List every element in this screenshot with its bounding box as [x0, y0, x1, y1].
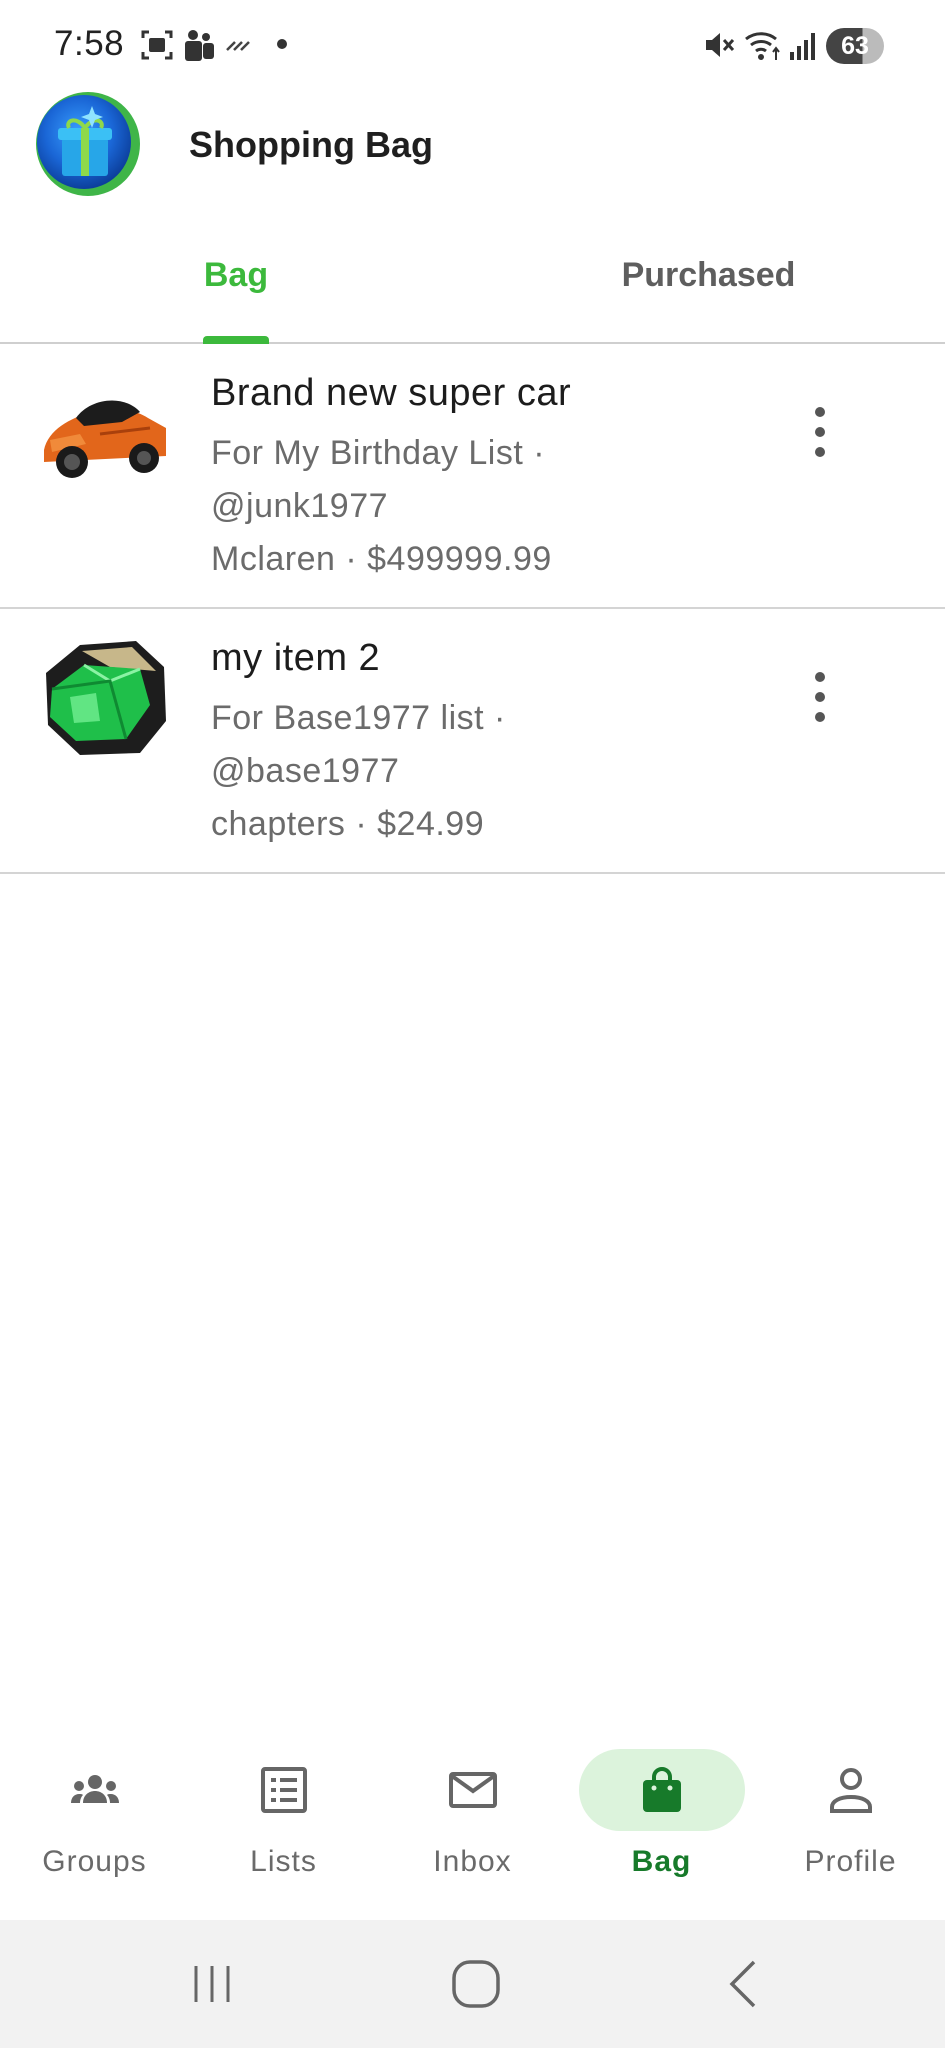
nav-label: Inbox [433, 1845, 512, 1878]
list-item[interactable]: Brand new super car For My Birthday List… [0, 344, 945, 609]
person-icon [829, 1768, 872, 1813]
recents-icon[interactable] [182, 1954, 242, 2014]
nav-profile[interactable]: Profile [756, 1735, 945, 1920]
list-item[interactable]: my item 2 For Base1977 list · @base1977 … [0, 609, 945, 874]
nav-label: Bag [631, 1845, 692, 1878]
nav-lists[interactable]: Lists [189, 1735, 378, 1920]
list-icon [260, 1767, 307, 1813]
bottom-nav: Groups Lists Inbox Bag Profile [0, 1735, 945, 1920]
back-icon[interactable] [714, 1954, 774, 2014]
item-owner: @base1977 [211, 752, 400, 790]
more-vert-icon[interactable] [804, 669, 836, 725]
item-list-name: For Base1977 list · [211, 699, 506, 737]
status-time: 7:58 [54, 24, 125, 63]
orange-sports-car-thumbnail [40, 372, 170, 492]
tab-purchased[interactable]: Purchased [472, 256, 945, 295]
item-store-price: Mclaren · $499999.99 [211, 540, 552, 578]
nav-inbox[interactable]: Inbox [378, 1735, 567, 1920]
tab-indicator [203, 336, 269, 344]
nav-label: Lists [250, 1845, 317, 1878]
nav-groups[interactable]: Groups [0, 1735, 189, 1920]
tab-bar: Bag Purchased [0, 222, 945, 344]
mute-icon [706, 33, 735, 57]
nav-label: Groups [42, 1845, 147, 1878]
gift-logo [36, 92, 140, 196]
green-gem-thumbnail [46, 641, 166, 755]
system-nav-bar [0, 1920, 945, 2048]
dot-icon [277, 39, 287, 49]
nav-icon-container [201, 1749, 367, 1831]
teams-icon [185, 30, 214, 61]
item-title: my item 2 [211, 637, 381, 679]
wifi-icon [745, 32, 780, 60]
status-bar: 7:58 63 [0, 0, 945, 90]
nav-label: Profile [804, 1845, 897, 1878]
app-header: Shopping Bag [0, 90, 945, 200]
screenshot-icon [141, 30, 173, 60]
shopping-bag-icon [642, 1767, 681, 1812]
tab-bag[interactable]: Bag [0, 256, 472, 295]
nav-icon-container [578, 1749, 745, 1831]
bag-list: Brand new super car For My Birthday List… [0, 344, 945, 874]
item-owner: @junk1977 [211, 487, 389, 525]
mail-icon [448, 1772, 497, 1808]
groups-icon [70, 1775, 119, 1803]
item-store-price: chapters · $24.99 [211, 805, 485, 843]
battery-icon: 63 [826, 28, 884, 64]
nav-icon-container [768, 1749, 934, 1831]
home-icon[interactable] [446, 1954, 506, 2014]
cell-signal-icon [790, 33, 815, 60]
signal-strip-icon [226, 41, 250, 51]
item-list-name: For My Birthday List · [211, 434, 546, 472]
nav-bag[interactable]: Bag [567, 1735, 756, 1920]
nav-icon-container [12, 1749, 178, 1831]
item-title: Brand new super car [211, 372, 572, 414]
more-vert-icon[interactable] [804, 404, 836, 460]
nav-icon-container [390, 1749, 556, 1831]
page-title: Shopping Bag [189, 124, 433, 165]
